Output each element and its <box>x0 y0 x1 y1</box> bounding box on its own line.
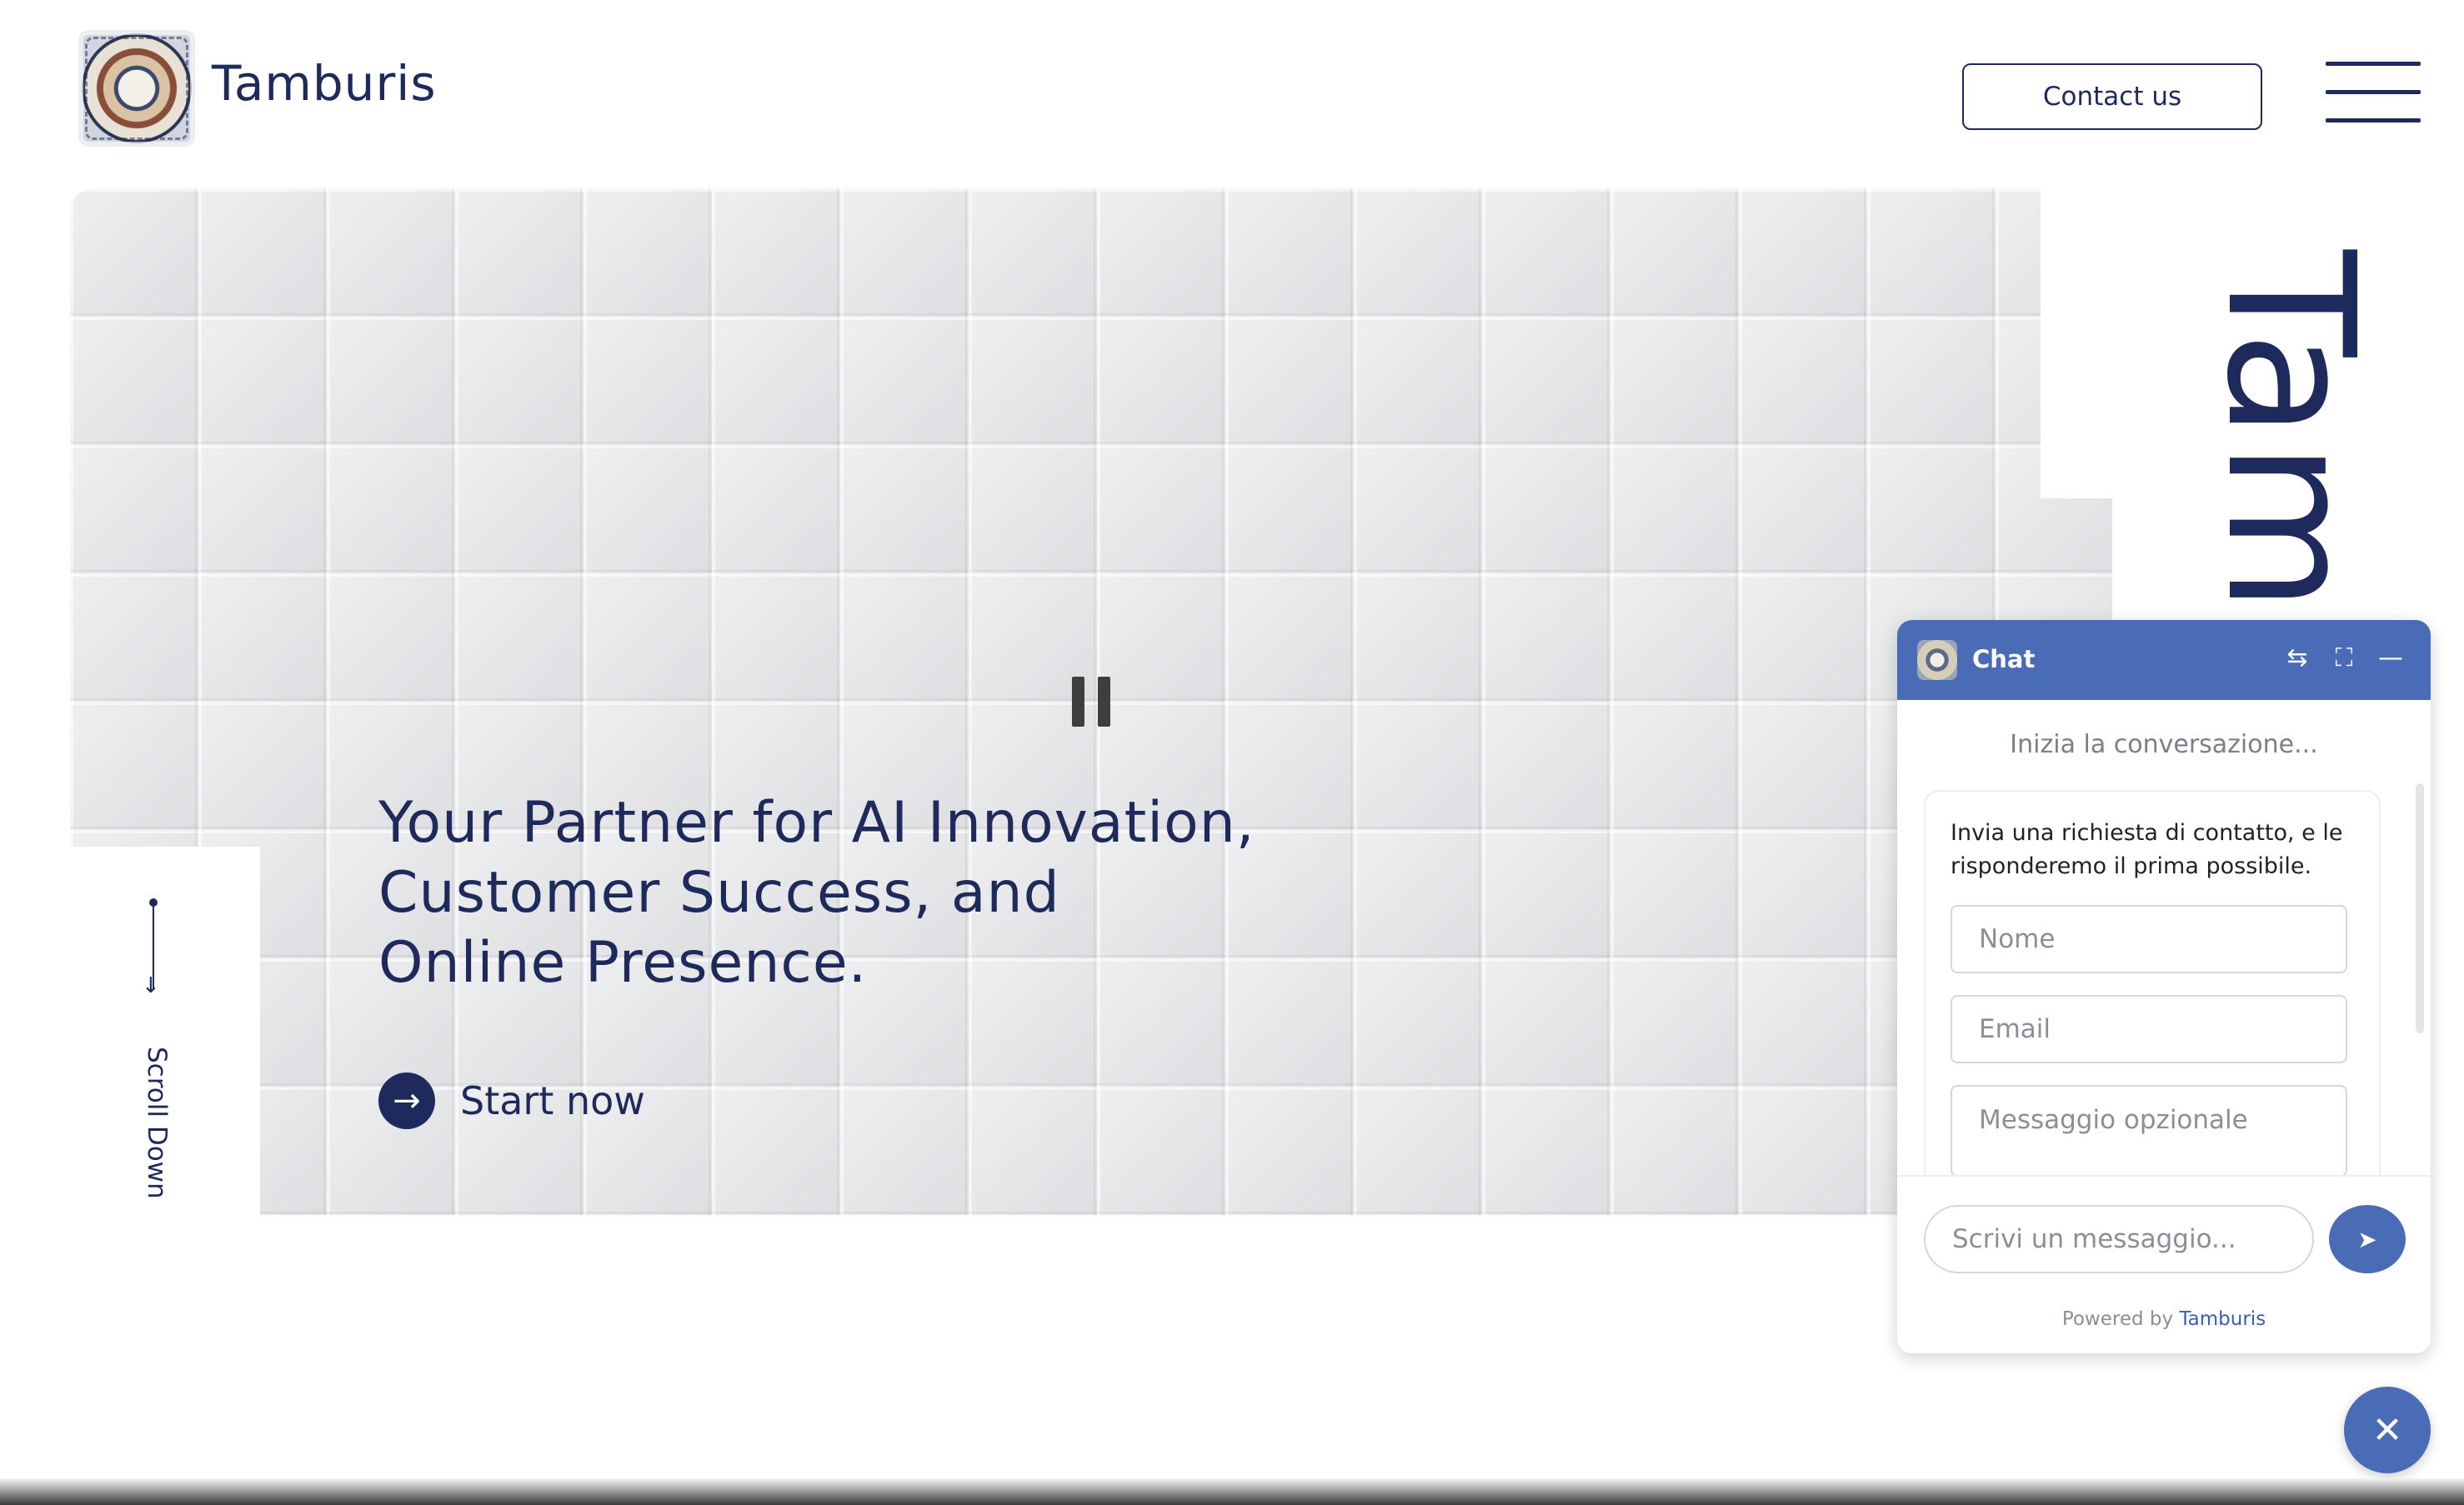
email-field[interactable] <box>1951 995 2347 1063</box>
headline-line-1: Your Partner for AI Innovation, <box>378 790 1255 856</box>
send-button[interactable]: ➤ <box>2329 1205 2406 1273</box>
start-now-label[interactable]: Start now <box>460 1078 645 1123</box>
scroll-down-label[interactable]: Scroll Down <box>142 1047 172 1199</box>
hamburger-menu-icon[interactable] <box>2326 62 2421 125</box>
message-field[interactable] <box>1951 1085 2347 1175</box>
hero-headline: Your Partner for AI Innovation, Customer… <box>378 788 1379 998</box>
chat-footer: ➤ Powered by Tamburis <box>1897 1175 2431 1353</box>
chat-title: Chat <box>1972 645 2036 673</box>
powered-by-label: Powered by <box>2061 1308 2174 1330</box>
start-now-link[interactable]: → Start now <box>378 1072 645 1130</box>
arrow-right-icon[interactable]: → <box>378 1072 435 1129</box>
powered-by: Powered by Tamburis <box>1897 1308 2431 1330</box>
chat-body: Inizia la conversazione... Invia una ric… <box>1897 700 2431 1175</box>
chat-start-text: Inizia la conversazione... <box>2010 730 2318 759</box>
headline-line-2: Customer Success, and <box>378 860 1060 926</box>
send-icon: ➤ <box>2357 1226 2377 1252</box>
chat-widget: Chat ⇆ ⛶ — Inizia la conversazione... In… <box>1897 620 2431 1353</box>
chat-scrollbar[interactable] <box>2416 783 2424 1033</box>
pause-icon[interactable] <box>1072 677 1110 727</box>
chat-header: Chat ⇆ ⛶ — <box>1897 620 2431 700</box>
brand-name[interactable]: Tamburis <box>212 55 437 112</box>
scroll-arrow-icon: ↓ <box>142 973 160 998</box>
expand-icon[interactable]: ⛶ <box>2329 643 2359 673</box>
window-bottom-edge <box>0 1478 2464 1505</box>
contact-us-button[interactable]: Contact us <box>1962 63 2262 130</box>
chat-message-input[interactable] <box>1924 1205 2314 1273</box>
headline-line-3: Online Presence. <box>378 930 868 996</box>
close-chat-button[interactable]: ✕ <box>2344 1387 2431 1473</box>
name-field[interactable] <box>1951 905 2347 973</box>
contact-form-text: Invia una richiesta di contatto, e le ri… <box>1951 820 2343 879</box>
powered-by-link[interactable]: Tamburis <box>2179 1308 2266 1330</box>
close-icon: ✕ <box>2371 1409 2403 1451</box>
chat-avatar <box>1917 640 1957 680</box>
logo[interactable] <box>78 30 195 147</box>
sidebar-toggle-icon[interactable]: ⇆ <box>2282 643 2312 673</box>
contact-form-card: Invia una richiesta di contatto, e le ri… <box>1924 790 2381 1175</box>
minimize-icon[interactable]: — <box>2376 643 2406 673</box>
